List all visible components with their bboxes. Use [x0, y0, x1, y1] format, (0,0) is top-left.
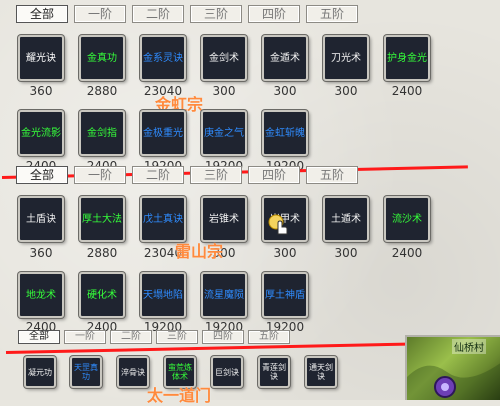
skill-card[interactable]: 金真功: [79, 35, 125, 81]
skill-card[interactable]: 耀光诀: [18, 35, 64, 81]
skill-name: 金极重光: [143, 127, 183, 139]
skill-name: 土遁术: [331, 213, 361, 225]
skill-name: 天塌地陷: [143, 289, 183, 301]
tab-tier-1[interactable]: 一阶: [74, 5, 126, 23]
section-title: 太一道门: [147, 386, 212, 405]
skill-name: 金剑术: [209, 52, 239, 64]
section-title: 雷山宗: [175, 242, 224, 261]
tab-tier-3[interactable]: 三阶: [190, 166, 242, 184]
skill-name: 戊土真诀: [143, 213, 183, 225]
skill-card[interactable]: 庚金之气: [201, 110, 247, 156]
skill-card[interactable]: 金剑指: [79, 110, 125, 156]
skill-name: 地龙术: [26, 289, 56, 301]
skill-name: 厚土神盾: [265, 289, 305, 301]
skill-card[interactable]: 淬骨诀: [117, 356, 149, 388]
skill-name: 金虹斩魄: [265, 127, 305, 139]
skill-card[interactable]: 金遁术: [262, 35, 308, 81]
tab-tier-2[interactable]: 二阶: [132, 5, 184, 23]
tab-all[interactable]: 全部: [16, 166, 68, 184]
skill-card[interactable]: 巨剑诀: [211, 356, 243, 388]
tab-tier-2[interactable]: 二阶: [132, 166, 184, 184]
skill-card[interactable]: 硬化术: [79, 272, 125, 318]
skill-price: 2880: [86, 84, 118, 98]
tab-tier-4[interactable]: 四阶: [202, 330, 244, 344]
skill-price: 300: [334, 84, 358, 98]
skill-card[interactable]: 土盾诀: [18, 196, 64, 242]
skill-name: 青莲剑诀: [262, 363, 286, 381]
skill-name: 淬骨诀: [121, 367, 145, 377]
minimap-location-label: 仙桥村: [452, 339, 486, 354]
skill-price: 2880: [86, 246, 118, 260]
skill-card[interactable]: 凝元功: [24, 356, 56, 388]
tab-bar-section-3: 全部 一阶 二阶 三阶 四阶 五阶: [18, 330, 290, 348]
skill-card[interactable]: 金系灵诀: [140, 35, 186, 81]
skill-card[interactable]: 流星魔陨: [201, 272, 247, 318]
tab-all[interactable]: 全部: [18, 330, 60, 344]
skill-card[interactable]: 岩锥术: [201, 196, 247, 242]
skill-price: 2400: [391, 84, 423, 98]
skill-price: 300: [273, 84, 297, 98]
tab-tier-5[interactable]: 五阶: [248, 330, 290, 344]
skill-card[interactable]: 地龙术: [18, 272, 64, 318]
skill-name: 硬化术: [87, 289, 117, 301]
tab-tier-5[interactable]: 五阶: [306, 166, 358, 184]
tab-tier-3[interactable]: 三阶: [156, 330, 198, 344]
skill-name: 刀光术: [331, 52, 361, 64]
skill-card[interactable]: 金极重光: [140, 110, 186, 156]
skill-name: 耀光诀: [26, 52, 56, 64]
skill-card[interactable]: 金虹斩魄: [262, 110, 308, 156]
skill-card[interactable]: 刀光术: [323, 35, 369, 81]
skill-card[interactable]: 戊土真诀: [140, 196, 186, 242]
skill-card[interactable]: 流沙术: [384, 196, 430, 242]
skill-card[interactable]: 厚土大法: [79, 196, 125, 242]
minimap[interactable]: 仙桥村: [405, 335, 500, 400]
skill-card[interactable]: 通天剑诀: [305, 356, 337, 388]
hand-cursor-icon: [268, 214, 292, 238]
skill-card[interactable]: 金光流影: [18, 110, 64, 156]
skill-card[interactable]: 天罡真功: [70, 356, 102, 388]
skill-card[interactable]: 土遁术: [323, 196, 369, 242]
skill-card[interactable]: 护身金光: [384, 35, 430, 81]
skill-card[interactable]: 金剑术: [201, 35, 247, 81]
skill-name: 通天剑诀: [309, 363, 333, 381]
tab-bar-section-2: 全部 一阶 二阶 三阶 四阶 五阶: [16, 166, 358, 184]
skill-name: 金剑指: [87, 127, 117, 139]
tab-tier-4[interactable]: 四阶: [248, 5, 300, 23]
skill-name: 庚金之气: [204, 127, 244, 139]
skill-price: 300: [273, 246, 297, 260]
skill-price: 360: [29, 84, 53, 98]
skill-name: 流星魔陨: [204, 289, 244, 301]
tab-tier-1[interactable]: 一阶: [74, 166, 126, 184]
skill-name: 巨剑诀: [215, 367, 239, 377]
skill-name: 金真功: [87, 52, 117, 64]
skill-name: 蛮荒炼体术: [168, 363, 192, 381]
skill-name: 护身金光: [387, 52, 427, 64]
tab-tier-3[interactable]: 三阶: [190, 5, 242, 23]
tab-tier-4[interactable]: 四阶: [248, 166, 300, 184]
tab-bar-section-1: 全部 一阶 二阶 三阶 四阶 五阶: [16, 5, 358, 23]
skill-name: 金遁术: [270, 52, 300, 64]
skill-name: 厚土大法: [82, 213, 122, 225]
skill-name: 土盾诀: [26, 213, 56, 225]
skill-name: 天罡真功: [74, 363, 98, 381]
tab-tier-5[interactable]: 五阶: [306, 5, 358, 23]
skill-name: 金系灵诀: [143, 52, 183, 64]
tab-all[interactable]: 全部: [16, 5, 68, 23]
tab-tier-2[interactable]: 二阶: [110, 330, 152, 344]
skill-card[interactable]: 厚土神盾: [262, 272, 308, 318]
skill-name: 流沙术: [392, 213, 422, 225]
skill-name: 岩锥术: [209, 213, 239, 225]
skill-price: 300: [334, 246, 358, 260]
skill-card[interactable]: 天塌地陷: [140, 272, 186, 318]
skill-price: 360: [29, 246, 53, 260]
skill-name: 金光流影: [21, 127, 61, 139]
skill-price: 2400: [391, 246, 423, 260]
skill-card[interactable]: 青莲剑诀: [258, 356, 290, 388]
skill-name: 凝元功: [28, 367, 52, 377]
tab-tier-1[interactable]: 一阶: [64, 330, 106, 344]
